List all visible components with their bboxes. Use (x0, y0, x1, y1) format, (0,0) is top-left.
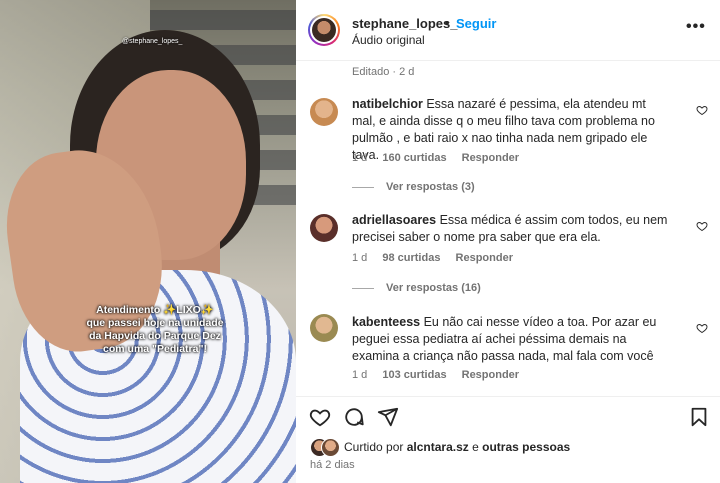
like-comment-heart-icon[interactable] (696, 322, 708, 334)
overlay-line: com uma "Pediatra"! (103, 343, 207, 355)
overlay-line: que passei hoje na unidade (86, 317, 224, 329)
audio-label[interactable]: Áudio original (352, 33, 425, 47)
save-bookmark-icon[interactable] (688, 406, 710, 428)
like-comment-heart-icon[interactable] (696, 104, 708, 116)
likes-prefix: Curtido por (344, 440, 404, 454)
comment-age: 1 d (352, 252, 368, 264)
post-panel: stephane_lopes_ • Seguir Áudio original … (296, 0, 720, 483)
like-comment-heart-icon[interactable] (696, 220, 708, 232)
post-timestamp[interactable]: há 2 dias (310, 459, 355, 471)
comment-meta: 1 d 160 curtidas Responder (352, 152, 531, 164)
post-video[interactable]: @stephane_lopes_ Atendimento ✨LIXO✨ que … (0, 0, 296, 483)
replies-divider (352, 186, 374, 188)
more-options-icon[interactable]: ••• (686, 18, 706, 36)
overlay-line: da Hapvida do Parque Dez (89, 330, 221, 342)
likes-joiner: e (472, 440, 479, 454)
other-likers-link[interactable]: outras pessoas (482, 440, 570, 454)
comment-body: adriellasoares Essa médica é assim com t… (352, 212, 670, 246)
action-bar (296, 396, 720, 433)
post-header: stephane_lopes_ • Seguir Áudio original … (296, 0, 720, 61)
comment-meta: 1 d 98 curtidas Responder (352, 252, 525, 264)
comment-avatar[interactable] (310, 314, 338, 342)
liker-avatar[interactable] (321, 438, 340, 457)
view-replies-label: Ver respostas (3) (386, 181, 475, 193)
replies-divider (352, 287, 374, 289)
likes-text: Curtido por alcntara.sz e outras pessoas (344, 440, 570, 454)
comment-likes[interactable]: 98 curtidas (382, 252, 440, 264)
comment-meta: 1 d 103 curtidas Responder (352, 369, 531, 381)
author-username[interactable]: stephane_lopes_ (352, 16, 458, 31)
view-replies-button[interactable]: Ver respostas (3) (352, 181, 475, 193)
reply-button[interactable]: Responder (456, 252, 513, 264)
comment-username[interactable]: natibelchior (352, 97, 423, 111)
view-replies-label: Ver respostas (16) (386, 282, 481, 294)
like-heart-icon[interactable] (309, 406, 331, 428)
comment-body: kabenteess Eu não cai nesse vídeo a toa.… (352, 314, 670, 365)
share-send-icon[interactable] (377, 406, 399, 428)
separator-dot: • (445, 15, 450, 30)
comment-likes[interactable]: 103 curtidas (382, 369, 446, 381)
likes-summary: Curtido por alcntara.sz e outras pessoas (310, 438, 710, 457)
follow-button[interactable]: Seguir (456, 16, 496, 31)
comment-age: 1 d (352, 369, 368, 381)
edited-label: Editado · 2 d (352, 66, 415, 78)
comment-likes[interactable]: 160 curtidas (382, 152, 446, 164)
comment-username[interactable]: adriellasoares (352, 213, 436, 227)
stair-step (150, 10, 296, 30)
comment-avatar[interactable] (310, 214, 338, 242)
video-caption-overlay: Atendimento ✨LIXO✨ que passei hoje na un… (70, 304, 240, 356)
comment-username[interactable]: kabenteess (352, 315, 420, 329)
overlay-line: Atendimento ✨LIXO✨ (96, 304, 214, 316)
video-watermark: @stephane_lopes_ (122, 38, 183, 45)
reply-button[interactable]: Responder (462, 152, 519, 164)
view-replies-button[interactable]: Ver respostas (16) (352, 282, 481, 294)
liker-username[interactable]: alcntara.sz (407, 440, 469, 454)
comment-age: 1 d (352, 152, 368, 164)
comment-bubble-icon[interactable] (343, 406, 365, 428)
comment-avatar[interactable] (310, 98, 338, 126)
reply-button[interactable]: Responder (462, 369, 519, 381)
author-avatar[interactable] (308, 14, 340, 46)
